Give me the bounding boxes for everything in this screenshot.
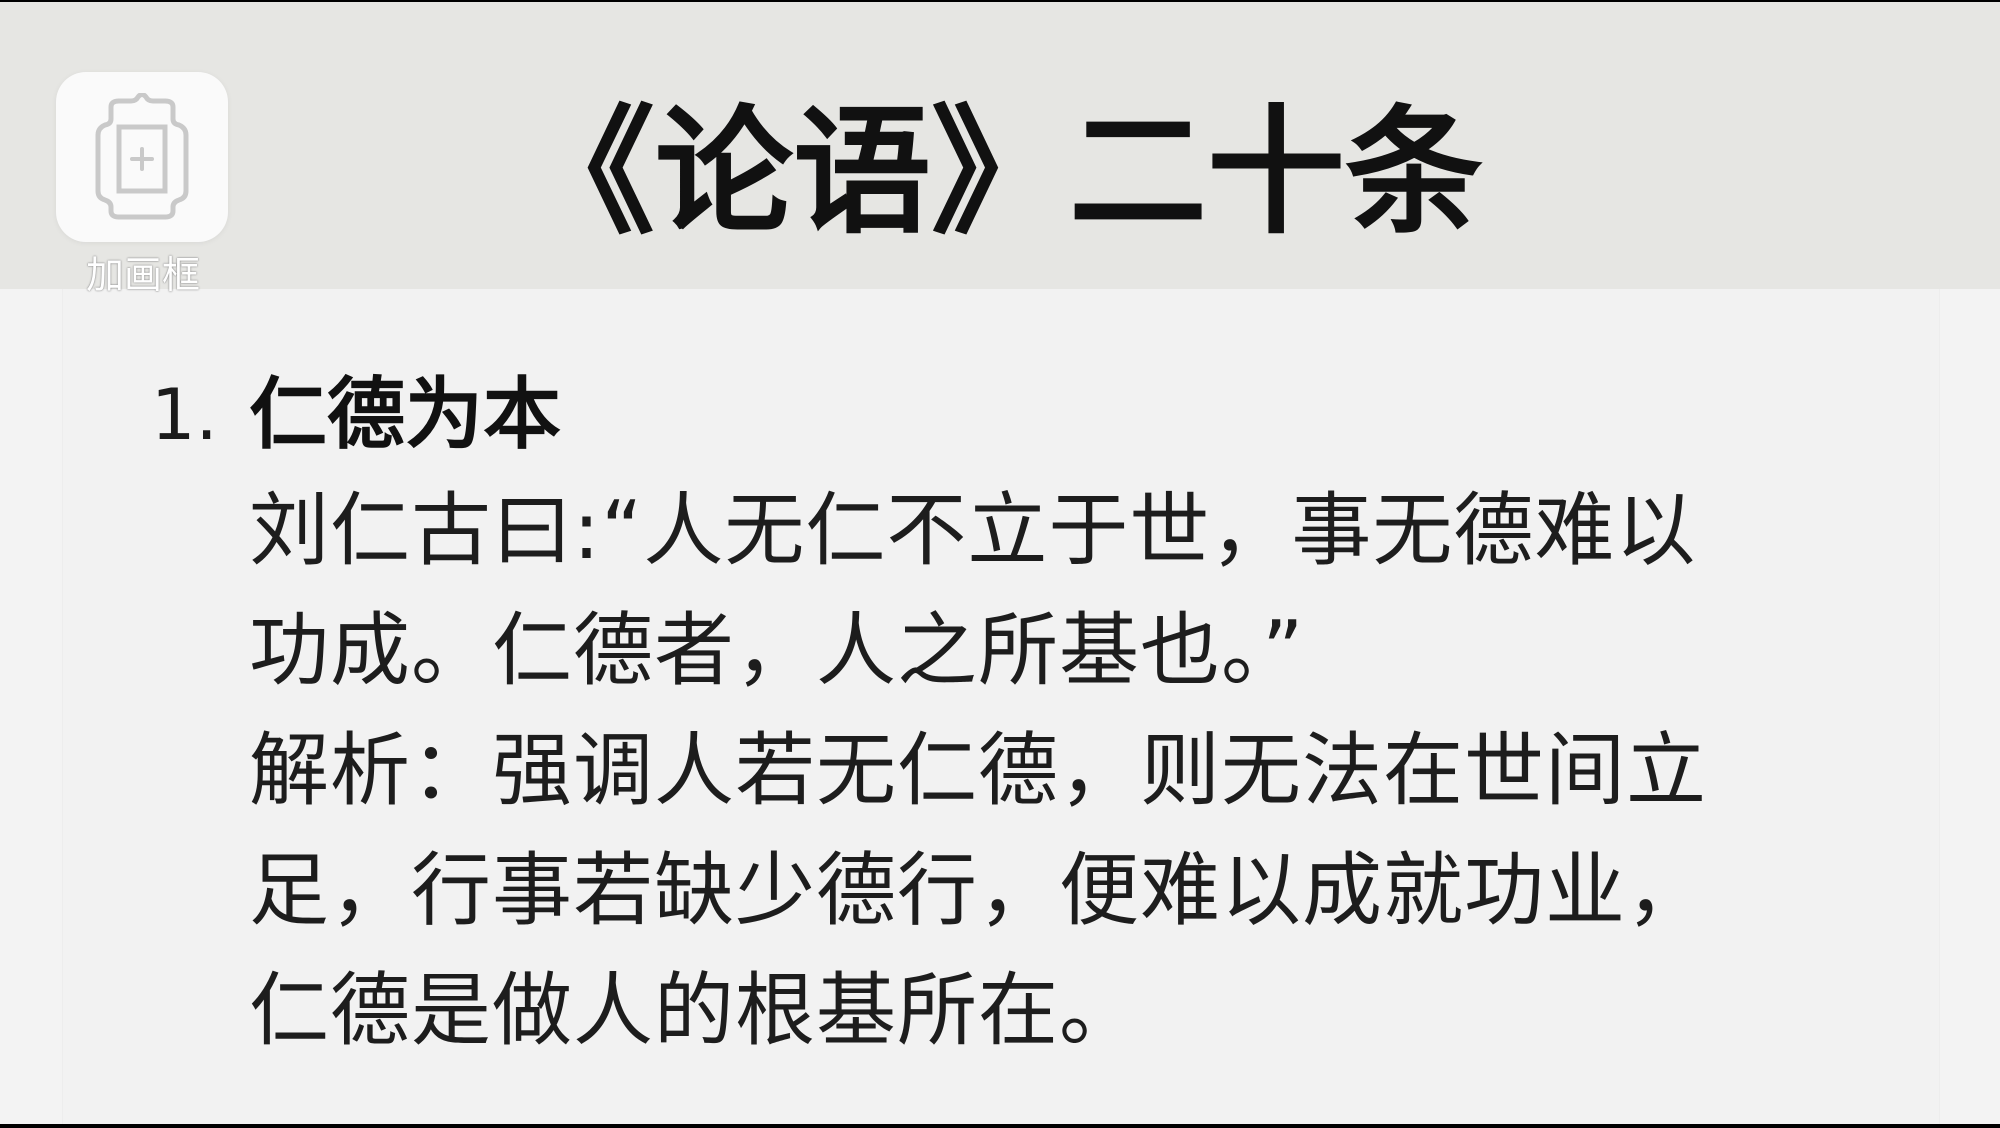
analysis-paragraph: 解析：强调人若无仁德，则无法在世间立 足，行事若缺少德行，便难以成就功业， 仁德… xyxy=(249,711,1879,1071)
item-number: 1. xyxy=(151,374,218,456)
bottom-edge xyxy=(0,1124,2000,1128)
analysis-line: 足，行事若缺少德行，便难以成就功业， xyxy=(249,844,1707,937)
header-bar: 《论语》二十条 xyxy=(0,2,2000,289)
quote-line: 刘仁古曰:“人无仁不立于世，事无德难以 xyxy=(249,484,1697,577)
analysis-line: 仁德是做人的根基所在。 xyxy=(249,964,1140,1057)
frame-add-icon xyxy=(95,93,189,220)
screen: 《论语》二十条 1. 仁德为本 刘仁古曰:“人无仁不立于世，事无德难以 功成。仁… xyxy=(0,2,2000,1124)
quote-line: 功成。仁德者，人之所基也。” xyxy=(249,604,1305,697)
add-frame-label: 加画框 xyxy=(85,253,200,297)
item-title: 仁德为本 xyxy=(249,370,562,460)
item-heading: 1. 仁德为本 xyxy=(151,365,1911,471)
analysis-line: 解析：强调人若无仁德，则无法在世间立 xyxy=(249,724,1707,817)
quote-paragraph: 刘仁古曰:“人无仁不立于世，事无德难以 功成。仁德者，人之所基也。” xyxy=(249,471,1879,711)
add-frame-tool[interactable]: 加画框 xyxy=(56,72,230,302)
article: 1. 仁德为本 刘仁古曰:“人无仁不立于世，事无德难以 功成。仁德者，人之所基也… xyxy=(151,365,1911,1071)
content-panel: 1. 仁德为本 刘仁古曰:“人无仁不立于世，事无德难以 功成。仁德者，人之所基也… xyxy=(62,289,1940,1124)
add-frame-button[interactable] xyxy=(56,72,228,242)
page-title: 《论语》二十条 xyxy=(516,92,1483,253)
